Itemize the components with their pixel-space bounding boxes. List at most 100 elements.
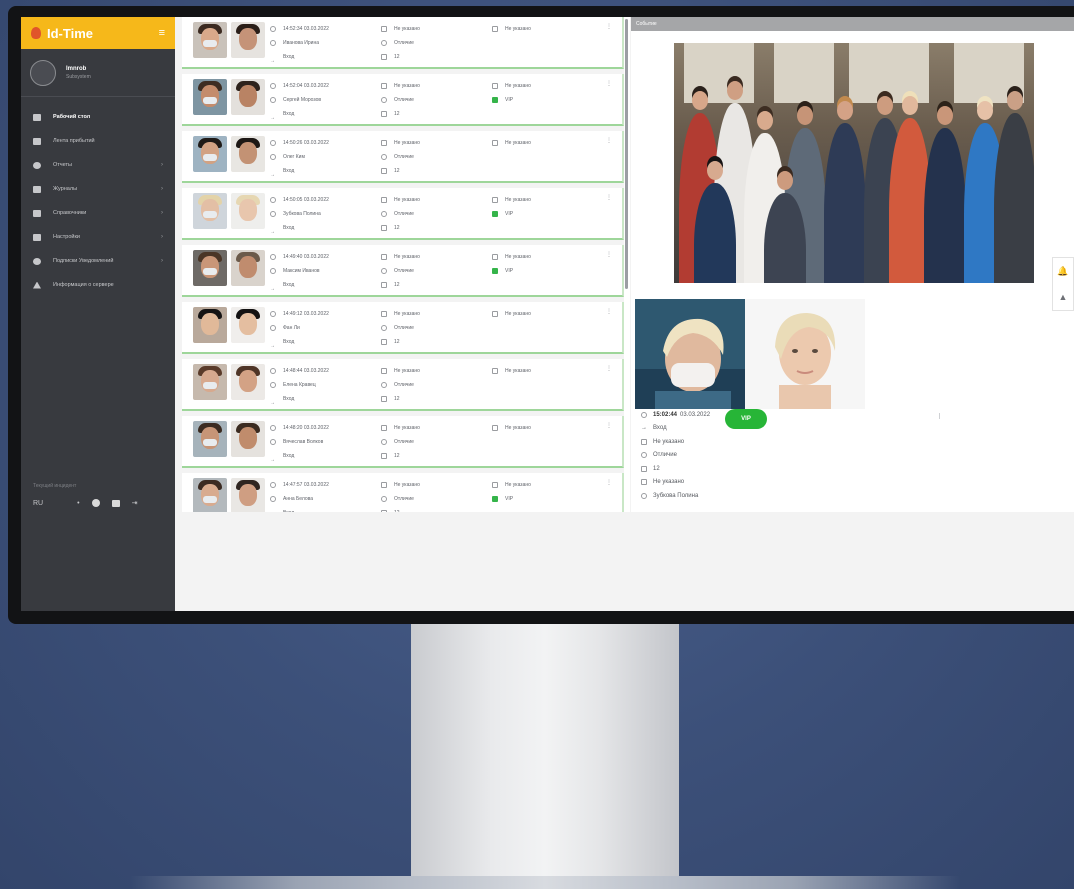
feed-scrollbar[interactable] xyxy=(624,17,630,512)
sidebar-item-server-info[interactable]: Информация о сервере xyxy=(21,273,175,297)
reference-face-thumbnail[interactable] xyxy=(231,364,265,400)
menu-toggle-button[interactable]: ≡ xyxy=(159,27,165,39)
reference-face-thumbnail[interactable] xyxy=(231,136,265,172)
captured-face-thumbnail[interactable] xyxy=(193,421,227,457)
match-position: Не указано xyxy=(653,479,685,486)
distance-icon xyxy=(381,325,387,331)
captured-face-thumbnail[interactable] xyxy=(193,22,227,58)
arrival-group: Не указано xyxy=(492,364,531,378)
arrival-number: 12 xyxy=(394,168,400,174)
captured-face-thumbnail[interactable] xyxy=(193,307,227,343)
sidebar-item-arrivals[interactable]: Лента прибытий xyxy=(21,129,175,153)
arrival-direction: Вход xyxy=(283,282,295,288)
arrival-info: 14:50:26 03.03.2022 Олег Ким → Вход xyxy=(270,136,329,178)
person-head xyxy=(977,101,993,120)
person-icon xyxy=(270,382,276,388)
arrival-card[interactable]: 14:48:44 03.03.2022 Елена Кравец → Вход Н… xyxy=(182,359,624,411)
position-icon xyxy=(641,479,647,486)
card-menu-button[interactable]: ⋮ xyxy=(606,422,612,429)
distance-icon xyxy=(381,268,387,274)
arrival-card[interactable]: 14:48:20 03.03.2022 Вячеслав Волков → Вхо… xyxy=(182,416,624,468)
arrival-card[interactable]: 14:47:57 03.03.2022 Анна Белова → Вход Не… xyxy=(182,473,624,512)
message-icon[interactable] xyxy=(111,499,120,507)
group-icon xyxy=(492,140,498,146)
captured-face-thumbnail[interactable] xyxy=(193,250,227,286)
background-window xyxy=(849,43,929,103)
card-menu-button[interactable]: ⋮ xyxy=(606,479,612,486)
language-switch[interactable]: RU xyxy=(33,500,43,507)
group-icon xyxy=(492,254,498,260)
captured-face-thumbnail[interactable] xyxy=(193,193,227,229)
brand-bar: Id-Time ≡ xyxy=(21,17,175,49)
detail-header: Событие xyxy=(631,17,1074,31)
arrival-number: 12 xyxy=(394,396,400,402)
arrival-card[interactable]: 14:49:12 03.03.2022 Фан Ли → Вход Не указ… xyxy=(182,302,624,354)
captured-face-thumbnail[interactable] xyxy=(193,478,227,512)
arrival-distance: Отличие xyxy=(394,154,414,160)
crowd-camera-image[interactable] xyxy=(674,43,1034,283)
sidebar-item-settings[interactable]: Настройки › xyxy=(21,225,175,249)
sidebar-item-reports[interactable]: Отчеты › xyxy=(21,153,175,177)
reference-face-thumbnail[interactable] xyxy=(231,421,265,457)
arrow-right-icon: → xyxy=(270,172,275,178)
captured-face-thumbnail[interactable] xyxy=(193,79,227,115)
arrival-card[interactable]: 14:49:40 03.03.2022 Максим Иванов → Вход … xyxy=(182,245,624,297)
sidebar: Id-Time ≡ Imnrob Subsystem Рабочий стол … xyxy=(21,17,175,611)
sidebar-item-journals[interactable]: Журналы › xyxy=(21,177,175,201)
sidebar-item-desktop[interactable]: Рабочий стол xyxy=(21,105,175,129)
clock-icon xyxy=(641,411,647,418)
arrival-card[interactable]: 14:50:26 03.03.2022 Олег Ким → Вход Не ук… xyxy=(182,131,624,183)
captured-face-thumbnail[interactable] xyxy=(193,136,227,172)
arrival-group: Не указано VIP xyxy=(492,79,531,107)
scrollbar-thumb[interactable] xyxy=(625,19,628,289)
arrival-position: Не указано xyxy=(394,140,420,146)
captured-face-drawing xyxy=(635,299,745,409)
card-menu-button[interactable]: ⋮ xyxy=(606,251,612,258)
sidebar-item-subscriptions[interactable]: Подписки Уведомлений › xyxy=(21,249,175,273)
warning-icon xyxy=(33,281,41,289)
avatar[interactable] xyxy=(30,59,56,86)
match-name: Зубкова Полина xyxy=(653,492,699,499)
arrival-attributes: Не указано Отличие 12 xyxy=(381,193,420,235)
card-menu-button[interactable]: ⋮ xyxy=(606,137,612,144)
chevron-right-icon: › xyxy=(161,186,163,192)
scroll-up-icon[interactable]: ▲ xyxy=(1053,284,1073,310)
monitor-stand-base xyxy=(130,876,960,889)
person-head xyxy=(757,111,773,130)
arrival-card[interactable]: 14:52:04 03.03.2022 Сергей Морозов → Вход… xyxy=(182,74,624,126)
arrival-card[interactable]: 14:52:34 03.03.2022 Иванова Ирина → Вход … xyxy=(182,17,624,69)
card-menu-button[interactable]: ⋮ xyxy=(606,80,612,87)
user-panel[interactable]: Imnrob Subsystem xyxy=(21,49,175,97)
person-body xyxy=(994,113,1034,283)
card-menu-button[interactable]: ⋮ xyxy=(606,23,612,30)
sidebar-item-directories[interactable]: Справочники › xyxy=(21,201,175,225)
card-menu-button[interactable]: ⋮ xyxy=(606,365,612,372)
card-menu-button[interactable]: ⋮ xyxy=(606,308,612,315)
clock-icon xyxy=(270,368,276,374)
arrival-distance: Отличие xyxy=(394,268,414,274)
arrow-right-icon: → xyxy=(270,229,275,235)
arrival-attributes: Не указано Отличие 12 xyxy=(381,478,420,512)
reference-face-thumbnail[interactable] xyxy=(231,307,265,343)
arrival-info: 14:52:34 03.03.2022 Иванова Ирина → Вход xyxy=(270,22,329,64)
captured-face-thumbnail[interactable] xyxy=(193,364,227,400)
arrival-info: 14:49:40 03.03.2022 Максим Иванов → Вход xyxy=(270,250,329,292)
chevron-right-icon: › xyxy=(161,210,163,216)
arrival-time: 14:50:05 03.03.2022 xyxy=(283,197,329,203)
reference-face-thumbnail[interactable] xyxy=(231,193,265,229)
reference-face-thumbnail[interactable] xyxy=(231,79,265,115)
captured-face-photo[interactable] xyxy=(635,299,745,409)
bell-icon[interactable]: 🔔 xyxy=(1053,258,1073,284)
logout-icon[interactable]: ⇥ xyxy=(132,499,138,507)
reference-face-thumbnail[interactable] xyxy=(231,478,265,512)
status-icon[interactable] xyxy=(91,499,100,507)
card-menu-button[interactable]: ⋮ xyxy=(606,194,612,201)
arrival-name: Сергей Морозов xyxy=(283,97,322,103)
arrival-card[interactable]: 14:50:05 03.03.2022 Зубкова Полина → Вход… xyxy=(182,188,624,240)
arrival-distance: Отличие xyxy=(394,325,414,331)
reference-face-photo[interactable] xyxy=(745,299,865,409)
reference-face-thumbnail[interactable] xyxy=(231,22,265,58)
person-head xyxy=(937,106,953,125)
reference-face-thumbnail[interactable] xyxy=(231,250,265,286)
monitor-bezel: Id-Time ≡ Imnrob Subsystem Рабочий стол … xyxy=(8,6,1074,624)
